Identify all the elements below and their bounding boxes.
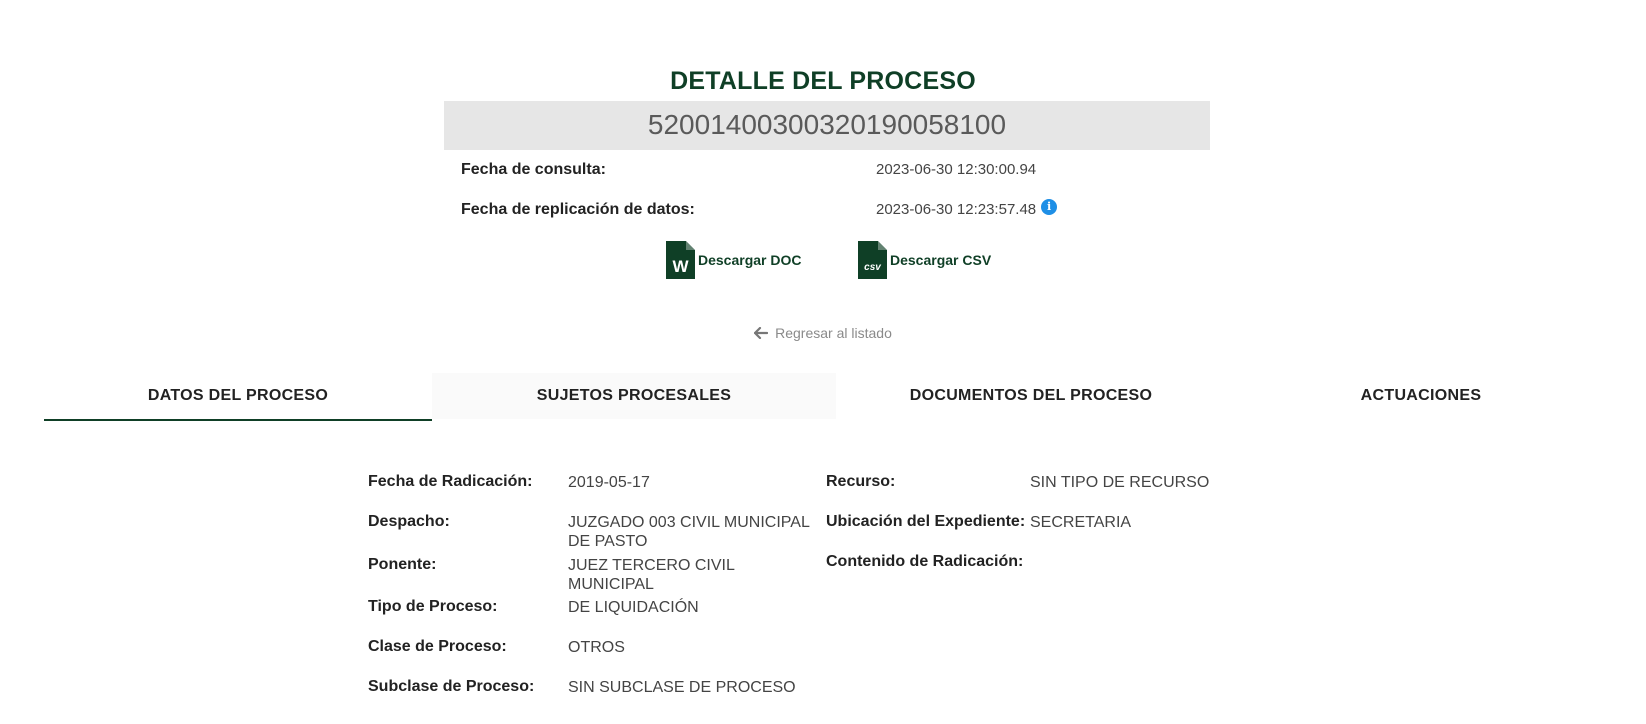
tab-documentos-del-proceso[interactable]: DOCUMENTOS DEL PROCESO [836,373,1226,419]
arrow-left-icon [754,327,769,339]
tab-datos-del-proceso[interactable]: DATOS DEL PROCESO [44,373,432,421]
download-doc-button[interactable]: W Descargar DOC [666,241,802,279]
download-csv-label: Descargar CSV [890,252,992,268]
svg-text:W: W [672,257,689,276]
replication-date-value: 2023-06-30 12:23:57.48 i [876,198,1058,218]
process-number-box: 52001400300320190058100 [444,101,1210,150]
process-number: 52001400300320190058100 [647,109,1007,140]
subclase-proceso-value: SIN SUBCLASE DE PROCESO [568,679,796,696]
recurso-label: Recurso: [826,473,896,490]
contenido-radicacion-label: Contenido de Radicación: [826,553,1024,570]
despacho-value-line-1: JUZGADO 003 CIVIL MUNICIPAL [568,514,810,531]
back-to-list-link[interactable]: Regresar al listado [0,325,1646,341]
tipo-proceso-label: Tipo de Proceso: [368,598,498,615]
clase-proceso-label: Clase de Proceso: [368,638,507,655]
consulta-date-value: 2023-06-30 12:30:00.94 [876,161,1036,178]
ubicacion-expediente-label: Ubicación del Expediente: [826,513,1026,530]
tab-sujetos-procesales[interactable]: SUJETOS PROCESALES [432,373,836,419]
back-to-list-label: Regresar al listado [775,325,892,341]
tipo-proceso-value: DE LIQUIDACIÓN [568,599,699,616]
ubicacion-expediente-value: SECRETARIA [1030,514,1132,531]
ponente-value: JUEZ TERCERO CIVIL MUNICIPAL [568,556,735,594]
svg-text:csv: csv [864,262,882,273]
fecha-radicacion-label: Fecha de Radicación: [368,473,533,490]
consulta-date-label: Fecha de consulta: [461,161,606,178]
info-icon[interactable]: i [1041,198,1058,215]
consulta-date-text: 2023-06-30 12:30:00.94 [876,161,1037,178]
recurso-value: SIN TIPO DE RECURSO [1030,474,1210,491]
replication-date-text: 2023-06-30 12:23:57.48 [876,201,1037,218]
download-doc-label: Descargar DOC [698,252,802,268]
ponente-value-line-2: MUNICIPAL [568,576,654,593]
download-csv-button[interactable]: csv Descargar CSV [858,241,991,279]
fecha-radicacion-value: 2019-05-17 [568,474,650,491]
word-file-icon: W [666,241,695,279]
clase-proceso-value: OTROS [568,639,625,656]
tab-bar: DATOS DEL PROCESO SUJETOS PROCESALES DOC… [44,373,1604,421]
despacho-value: JUZGADO 003 CIVIL MUNICIPAL DE PASTO [568,513,810,551]
csv-file-icon: csv [858,241,887,279]
despacho-label: Despacho: [368,513,450,530]
tab-actuaciones[interactable]: ACTUACIONES [1226,373,1616,419]
despacho-value-line-2: DE PASTO [568,533,648,550]
subclase-proceso-label: Subclase de Proceso: [368,678,535,695]
page-title: DETALLE DEL PROCESO [670,67,976,95]
ponente-label: Ponente: [368,556,437,573]
replication-date-label: Fecha de replicación de datos: [461,201,695,218]
ponente-value-line-1: JUEZ TERCERO CIVIL [568,557,735,574]
process-detail-page: DETALLE DEL PROCESO 52001400300320190058… [0,0,1646,724]
